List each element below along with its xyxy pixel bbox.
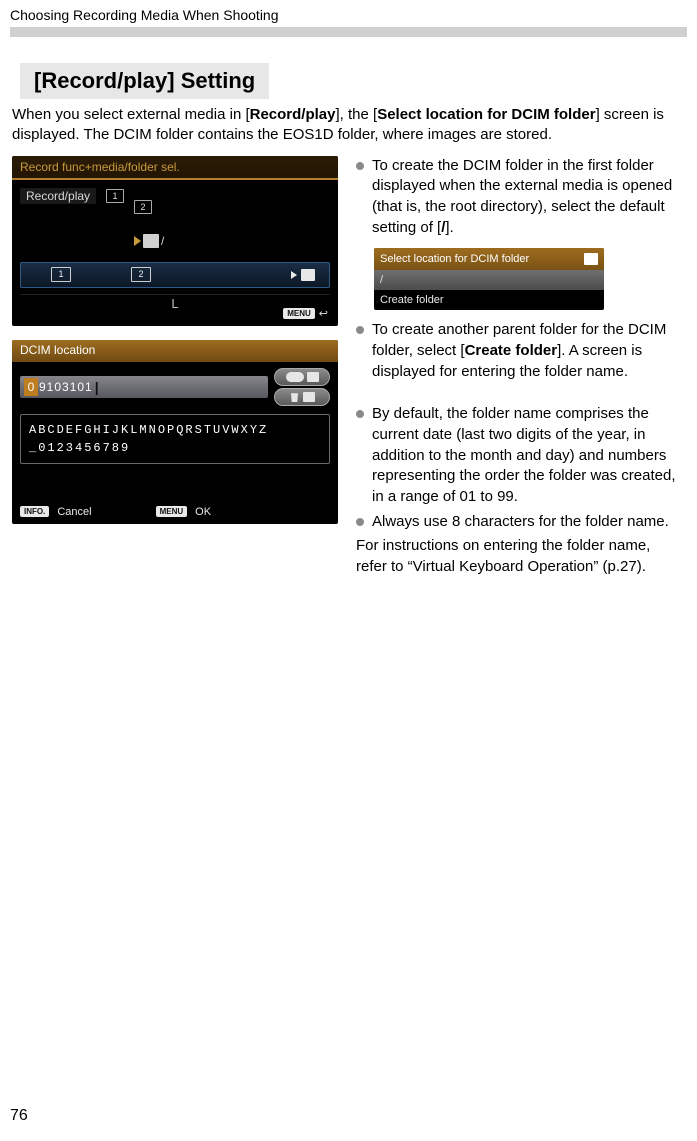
- bullet-dot-icon: [356, 162, 364, 170]
- bullet-dot-icon: [356, 518, 364, 526]
- figsmall-row2-text: Create folder: [380, 293, 444, 308]
- bar-triangle-right-icon: [291, 271, 297, 279]
- bullet-3: By default, the folder name comprises th…: [356, 404, 685, 507]
- fig2-lock-mic-pill: [274, 368, 330, 386]
- figure-dcim-location-screen: DCIM location 09103101| ABCDEFGHIJKLMNOP…: [12, 340, 338, 524]
- bullet-1-text-b: ].: [445, 219, 453, 236]
- bullet-3-text: By default, the folder name comprises th…: [372, 404, 685, 507]
- fig1-divider: [20, 294, 330, 295]
- card-1-icon: 1: [106, 189, 124, 203]
- bullet-2-bold: Create folder: [465, 342, 558, 359]
- fig1-selection-bar: 1 2: [20, 262, 330, 288]
- intro-pre: When you select external media in [: [12, 106, 250, 123]
- fig2-name-rest: 9103101: [39, 380, 93, 394]
- bullet-dot-icon: [356, 326, 364, 334]
- fig1-selected-path: /: [134, 232, 164, 250]
- bullet-2: To create another parent folder for the …: [356, 320, 685, 382]
- drive-small-icon: [584, 253, 598, 265]
- fig1-menu-indicator: MENU ↩: [283, 307, 328, 320]
- fig2-title: DCIM location: [12, 340, 338, 362]
- bullet-4-text: Always use 8 characters for the folder n…: [372, 512, 685, 533]
- menu-button-label-2: MENU: [156, 506, 188, 517]
- info-button-label: INFO.: [20, 506, 49, 517]
- bullet-dot-icon: [356, 410, 364, 418]
- page-number: 76: [10, 1107, 28, 1125]
- intro-paragraph: When you select external media in [Recor…: [10, 99, 687, 152]
- running-head: Choosing Recording Media When Shooting: [10, 0, 687, 27]
- return-icon: ↩: [319, 307, 328, 320]
- section-title: [Record/play] Setting: [20, 63, 269, 99]
- fig2-kbd-line2: _0123456789: [29, 439, 321, 457]
- figure-select-location-screen: Select location for DCIM folder / Create…: [374, 248, 604, 310]
- trash-icon: [290, 391, 300, 402]
- fig1-row-label: Record/play: [20, 188, 96, 204]
- figsmall-row-root: /: [374, 270, 604, 290]
- fig2-virtual-keyboard: ABCDEFGHIJKLMNOPQRSTUVWXYZ _0123456789: [20, 414, 330, 464]
- bullet-1-text-a: To create the DCIM folder in the first f…: [372, 157, 672, 236]
- intro-bold-1: Record/play: [250, 106, 336, 123]
- bullet-1: To create the DCIM folder in the first f…: [356, 156, 685, 239]
- drive-icon: [143, 234, 159, 248]
- fig1-title: Record func+media/folder sel.: [12, 156, 338, 180]
- bullet-4: Always use 8 characters for the folder n…: [356, 512, 685, 533]
- bar-card-2-icon: 2: [131, 267, 151, 282]
- intro-bold-2: Select location for DCIM folder: [377, 106, 595, 123]
- divider-bar: [10, 27, 687, 37]
- delete-key-icon: [303, 392, 315, 402]
- fig1-slash: /: [161, 234, 164, 248]
- fig2-kbd-line1: ABCDEFGHIJKLMNOPQRSTUVWXYZ: [29, 421, 321, 439]
- closing-paragraph: For instructions on entering the folder …: [356, 536, 685, 577]
- fig2-name-cursor: 0: [24, 378, 38, 396]
- caret-icon: |: [95, 379, 99, 395]
- fig2-trash-pill: [274, 388, 330, 406]
- bar-card-1-icon: 1: [51, 267, 71, 282]
- mic-icon: [307, 372, 319, 382]
- triangle-right-icon: [134, 236, 141, 246]
- fig2-bottom-bar: INFO. Cancel MENU OK: [20, 506, 330, 518]
- figsmall-title: Select location for DCIM folder: [380, 252, 529, 267]
- card-2-icon: 2: [134, 200, 152, 214]
- fig1-size-label: L: [171, 296, 178, 311]
- figure-record-play-screen: Record func+media/folder sel. Record/pla…: [12, 156, 338, 326]
- menu-button-label: MENU: [283, 308, 315, 319]
- intro-mid-1: ], the [: [336, 106, 378, 123]
- ok-label: OK: [195, 506, 211, 518]
- bar-drive-icon: [301, 269, 315, 281]
- key-lock-icon: [286, 372, 304, 382]
- figsmall-row1-text: /: [380, 273, 383, 288]
- figsmall-row-create: Create folder: [374, 290, 604, 310]
- fig2-name-field: 09103101|: [20, 376, 268, 398]
- cancel-label: Cancel: [57, 506, 91, 518]
